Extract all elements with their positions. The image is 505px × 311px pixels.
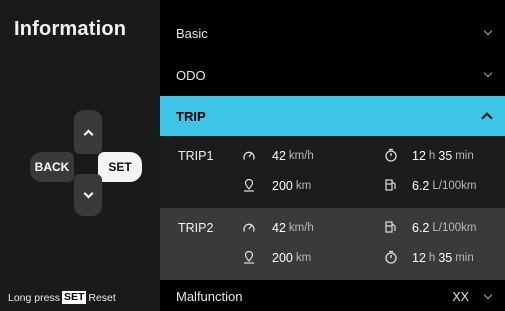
hint-prefix: Long press <box>8 291 60 304</box>
location-pin-icon <box>242 178 256 192</box>
stopwatch-icon <box>384 250 398 264</box>
up-button[interactable] <box>74 110 102 154</box>
trip1-block[interactable]: TRIP1 42 km/h 12 h 35 min 200 km 6.2 L/1… <box>160 136 505 208</box>
menu-item-label: Malfunction <box>176 289 243 304</box>
chevron-down-icon <box>483 290 493 299</box>
menu-panel: Basic ODO TRIP TRIP1 42 km/h 12 h 35 min… <box>160 0 505 311</box>
menu-item-trip[interactable]: TRIP <box>160 96 505 136</box>
trip1-time: 12 h 35 min <box>412 149 474 163</box>
set-button[interactable]: SET <box>98 152 142 182</box>
trip1-distance: 200 km <box>272 179 312 193</box>
stopwatch-icon <box>384 148 398 162</box>
trip2-distance: 200 km <box>272 251 312 265</box>
chevron-down-icon <box>483 68 493 78</box>
speedometer-icon <box>242 149 256 163</box>
menu-item-label: Basic <box>176 25 208 41</box>
back-button[interactable]: BACK <box>30 152 74 182</box>
hint-suffix: Reset <box>88 291 116 304</box>
reset-hint: Long press SET Reset <box>8 291 116 304</box>
location-pin-icon <box>242 250 256 264</box>
chevron-down-icon <box>483 26 493 36</box>
menu-item-basic[interactable]: Basic <box>160 12 505 54</box>
trip1-speed: 42 km/h <box>272 149 314 163</box>
trip2-time: 12 h 35 min <box>412 251 474 265</box>
menu-item-label: TRIP <box>176 108 206 124</box>
trip2-label: TRIP2 <box>178 221 214 235</box>
dpad: BACK SET <box>28 108 148 228</box>
fuel-pump-icon <box>384 220 398 234</box>
menu-item-odo[interactable]: ODO <box>160 54 505 96</box>
info-screen: Information BACK SET Long press SET Rese… <box>0 0 505 311</box>
hint-set-key: SET <box>61 291 87 304</box>
menu-item-malfunction[interactable]: Malfunction XX <box>160 282 505 311</box>
trip1-fuel: 6.2 L/100km <box>412 179 477 193</box>
fuel-pump-icon <box>384 178 398 192</box>
trip1-label: TRIP1 <box>178 149 214 163</box>
down-button[interactable] <box>74 174 102 216</box>
trip2-block[interactable]: TRIP2 42 km/h 6.2 L/100km 200 km 12 h 35… <box>160 208 505 280</box>
left-panel: Information BACK SET Long press SET Rese… <box>0 0 160 311</box>
speedometer-icon <box>242 221 256 235</box>
chevron-up-icon <box>83 129 93 139</box>
page-title: Information <box>14 18 127 40</box>
menu-item-label: ODO <box>176 67 206 83</box>
malfunction-value: XX <box>452 289 469 304</box>
trip2-speed: 42 km/h <box>272 221 314 235</box>
chevron-down-icon <box>83 188 93 198</box>
chevron-up-icon <box>481 112 493 124</box>
trip2-fuel: 6.2 L/100km <box>412 221 477 235</box>
